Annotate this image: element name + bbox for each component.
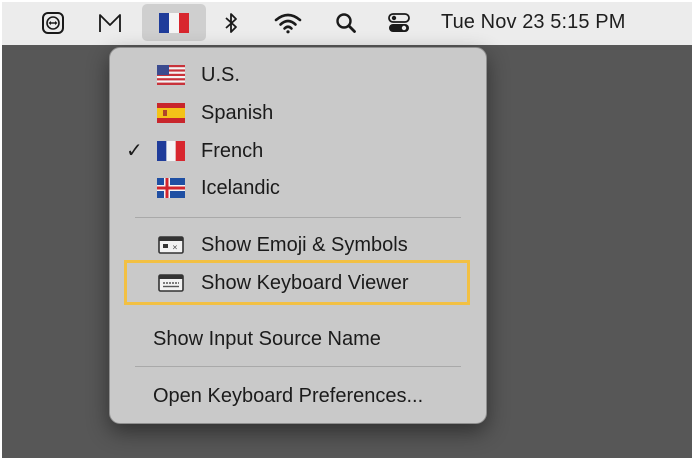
menu-item-open-keyboard-preferences[interactable]: Open Keyboard Preferences... <box>110 378 486 414</box>
us-flag-icon <box>157 65 185 85</box>
menu-item-label: U.S. <box>201 64 240 86</box>
menu-bar-clock[interactable]: Tue Nov 23 5:15 PM <box>441 0 626 45</box>
menu-item-label: Show Keyboard Viewer <box>201 272 409 294</box>
menu-item-label: Show Input Source Name <box>153 328 381 350</box>
menu-item-us[interactable]: U.S. <box>110 57 486 93</box>
teamviewer-icon[interactable] <box>38 4 68 41</box>
icelandic-flag-icon <box>157 178 185 198</box>
french-flag-icon <box>159 12 189 33</box>
menu-item-label: Icelandic <box>201 177 280 199</box>
menu-item-show-input-source-name[interactable]: Show Input Source Name <box>110 321 486 357</box>
menu-separator <box>135 366 461 367</box>
menu-item-show-keyboard-viewer[interactable]: Show Keyboard Viewer <box>110 265 486 301</box>
input-source-dropdown: U.S. Spanish ✓ French Icelandic × Show E… <box>109 47 487 424</box>
wifi-icon[interactable] <box>272 4 304 41</box>
menu-bar: Tue Nov 23 5:15 PM <box>0 0 694 45</box>
checkmark-icon: ✓ <box>126 140 143 162</box>
menu-item-label: French <box>201 140 264 162</box>
spanish-flag-icon <box>157 103 185 123</box>
menu-item-label: Spanish <box>201 102 274 124</box>
screen: Tue Nov 23 5:15 PM U.S. Spanish ✓ French… <box>0 0 694 460</box>
menu-item-label: Show Emoji & Symbols <box>201 234 408 256</box>
menu-separator <box>135 217 461 218</box>
menu-item-label: Open Keyboard Preferences... <box>153 385 424 407</box>
spotlight-search-icon[interactable] <box>334 4 358 41</box>
gmail-icon[interactable] <box>95 4 125 41</box>
french-flag-icon <box>157 141 185 161</box>
svg-text:×: × <box>172 244 178 252</box>
menu-item-show-emoji-symbols[interactable]: × Show Emoji & Symbols <box>110 227 486 263</box>
input-source-menu[interactable] <box>142 4 206 41</box>
menu-item-icelandic[interactable]: Icelandic <box>110 170 486 206</box>
control-center-icon[interactable] <box>386 4 412 41</box>
keyboard-viewer-icon <box>158 274 184 292</box>
bluetooth-icon[interactable] <box>220 4 242 41</box>
emoji-viewer-icon: × <box>158 236 184 254</box>
menu-item-french[interactable]: ✓ French <box>110 133 486 169</box>
menu-item-spanish[interactable]: Spanish <box>110 95 486 131</box>
